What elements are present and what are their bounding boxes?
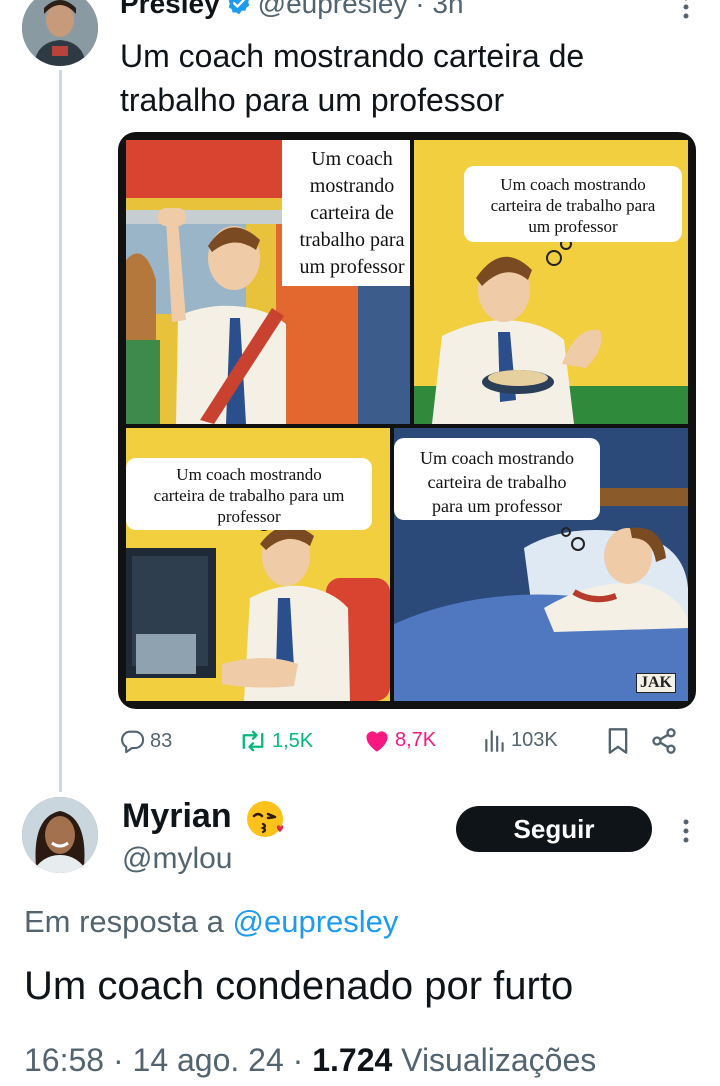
- author-name[interactable]: Presley: [120, 0, 220, 19]
- author-handle[interactable]: @eupresley: [258, 0, 408, 19]
- more-options-icon[interactable]: [682, 0, 690, 25]
- post-image-comic[interactable]: Um coach mostrando carteira de trabalho …: [118, 132, 696, 709]
- bubble-line: para um professor: [432, 496, 562, 516]
- comic-panel-3: Um coach mostrando carteira de trabalho …: [126, 428, 390, 701]
- speech-bubble-4: Um coach mostrando carteira de trabalho …: [394, 438, 600, 520]
- post-header: Presley @eupresley · 3h: [120, 0, 464, 23]
- comic-panel-4: Um coach mostrando carteira de trabalho …: [394, 428, 688, 701]
- bubble-line: Um coach mostrando: [500, 175, 646, 194]
- thread-connector-line: [59, 70, 62, 792]
- reply-count: 83: [150, 729, 173, 752]
- reply-button[interactable]: 83: [118, 727, 172, 755]
- reply-more-options-icon[interactable]: [682, 818, 690, 849]
- reply-text: Um coach condenado por furto: [24, 964, 574, 1008]
- bookmark-button[interactable]: [606, 727, 630, 755]
- reply-views-label: Visualizações: [401, 1042, 597, 1078]
- post-time[interactable]: 3h: [432, 0, 463, 19]
- bubble-line: carteira de: [310, 202, 394, 224]
- reply-timestamp: 16:58 · 14 ago. 24 · 1.724 Visualizações: [24, 1042, 597, 1078]
- reply-author-avatar[interactable]: [22, 797, 98, 873]
- kissing-face-emoji-icon: [245, 797, 291, 846]
- heart-icon: [363, 727, 391, 753]
- reply-author-name[interactable]: Myrian: [122, 797, 232, 836]
- author-avatar[interactable]: [22, 0, 98, 66]
- bubble-line: Um coach mostrando: [420, 448, 574, 468]
- views-chart-icon: [483, 727, 507, 753]
- reply-views-count: 1.724: [312, 1042, 393, 1078]
- in-reply-prefix: Em resposta a: [24, 904, 224, 939]
- speech-bubble-1: Um coach mostrando carteira de trabalho …: [282, 140, 410, 286]
- views-count: 103K: [511, 728, 558, 751]
- reply-icon: [118, 727, 146, 755]
- speech-bubble-3: Um coach mostrando carteira de trabalho …: [126, 458, 372, 530]
- reply-author-handle[interactable]: @mylou: [122, 842, 232, 876]
- bookmark-icon: [606, 727, 630, 755]
- in-reply-to: Em resposta a @eupresley: [24, 904, 398, 940]
- follow-button[interactable]: Seguir: [456, 806, 652, 852]
- reply-time[interactable]: 16:58: [24, 1042, 104, 1078]
- views-button[interactable]: 103K: [483, 727, 558, 753]
- repost-icon: [238, 727, 268, 755]
- repost-button[interactable]: 1,5K: [238, 727, 313, 755]
- bubble-line: carteira de trabalho para: [490, 196, 656, 215]
- bubble-line: Um coach mostrando: [176, 465, 322, 484]
- bubble-line: trabalho para: [299, 229, 405, 251]
- bubble-line: mostrando: [309, 175, 395, 197]
- speech-bubble-2: Um coach mostrando carteira de trabalho …: [464, 166, 682, 242]
- bubble-line: Um coach: [311, 148, 393, 170]
- like-count: 8,7K: [395, 728, 437, 751]
- bubble-line: carteira de trabalho: [427, 472, 567, 492]
- meta-separator: ·: [407, 0, 433, 19]
- share-button[interactable]: [650, 727, 678, 755]
- bubble-line: um professor: [528, 217, 618, 236]
- post-actions-bar: 83 1,5K 8,7K 103K: [118, 727, 688, 763]
- bubble-line: professor: [217, 507, 281, 526]
- artist-signature: JAK: [636, 673, 676, 693]
- share-icon: [650, 727, 678, 755]
- comic-panel-1: Um coach mostrando carteira de trabalho …: [126, 140, 410, 424]
- bubble-line: um professor: [299, 256, 405, 278]
- in-reply-handle-link[interactable]: @eupresley: [233, 904, 399, 939]
- reply-date[interactable]: 14 ago. 24: [133, 1042, 284, 1078]
- post-text: Um coach mostrando carteira de trabalho …: [120, 38, 585, 118]
- repost-count: 1,5K: [272, 729, 314, 752]
- bubble-line: carteira de trabalho para um: [153, 486, 345, 505]
- like-button[interactable]: 8,7K: [363, 727, 436, 753]
- verified-badge-icon: [226, 0, 252, 23]
- comic-panel-2: Um coach mostrando carteira de trabalho …: [414, 140, 688, 424]
